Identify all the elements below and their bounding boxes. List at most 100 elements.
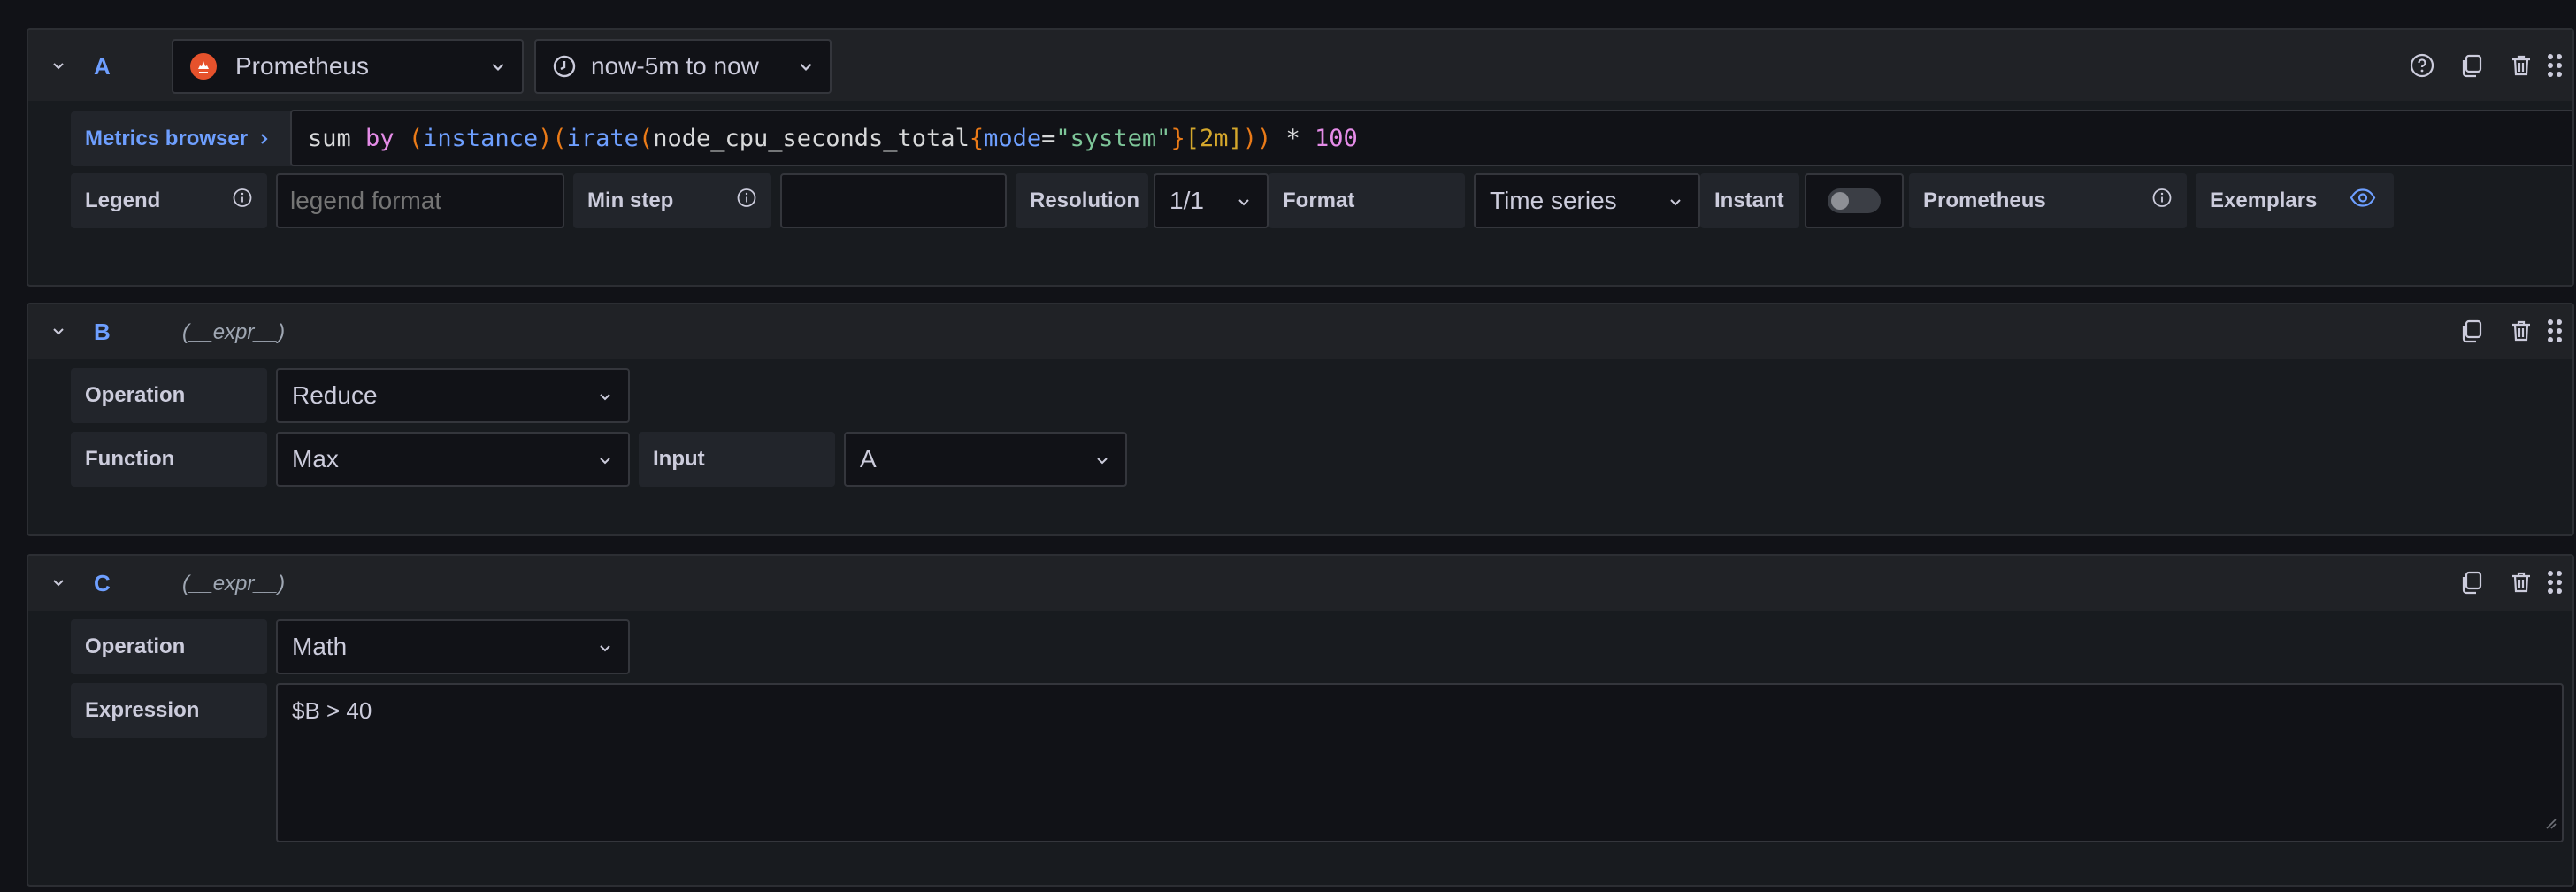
chevron-down-icon[interactable] xyxy=(50,573,67,591)
resolution-value: 1/1 xyxy=(1169,187,1204,214)
format-value: Time series xyxy=(1490,187,1617,214)
operation-select[interactable]: Math xyxy=(276,619,630,674)
info-circle-icon[interactable] xyxy=(2151,188,2173,215)
query-type-label-box: Prometheus xyxy=(1909,173,2187,228)
copy-icon[interactable] xyxy=(2456,50,2488,81)
query-token: mode xyxy=(984,124,1042,152)
query-row-header: A Prometheus now-5m to now xyxy=(28,30,2572,101)
datasource-name: Prometheus xyxy=(235,52,369,80)
trash-icon[interactable] xyxy=(2505,315,2537,347)
query-row-c: C (__expr__) Operation Math Expression $… xyxy=(27,554,2574,887)
chevron-down-icon xyxy=(490,52,506,81)
query-token: { xyxy=(969,124,985,152)
query-token: [2m] xyxy=(1184,124,1243,152)
query-editor[interactable]: sum by (instance)(irate(node_cpu_seconds… xyxy=(290,110,2572,166)
query-token: ( xyxy=(552,124,567,152)
drag-handle-icon[interactable] xyxy=(2539,50,2571,81)
instant-label-box: Instant xyxy=(1700,173,1799,228)
legend-label-box: Legend xyxy=(71,173,267,228)
function-value: Max xyxy=(292,445,339,473)
function-select[interactable]: Max xyxy=(276,432,630,487)
input-label-box: Input xyxy=(639,432,835,487)
expression-type-label: (__expr__) xyxy=(182,320,286,344)
min-step-input[interactable] xyxy=(780,173,1007,228)
drag-handle-icon[interactable] xyxy=(2539,566,2571,598)
operation-label-box: Operation xyxy=(71,368,267,423)
chevron-down-icon xyxy=(798,52,814,81)
chevron-down-icon xyxy=(598,633,612,661)
copy-icon[interactable] xyxy=(2456,566,2488,598)
resolution-label-box: Resolution xyxy=(1016,173,1148,228)
query-token: node_cpu_seconds_total xyxy=(653,124,970,152)
expression-value: $B > 40 xyxy=(292,697,372,724)
input-select[interactable]: A xyxy=(844,432,1127,487)
operation-value: Reduce xyxy=(292,381,378,409)
toggle-track xyxy=(1828,188,1881,213)
chevron-down-icon[interactable] xyxy=(50,57,67,74)
resize-handle-icon[interactable] xyxy=(2542,808,2557,835)
chevron-down-icon xyxy=(1095,445,1109,473)
query-token: * xyxy=(1271,124,1315,152)
trash-icon[interactable] xyxy=(2505,50,2537,81)
clock-icon xyxy=(552,54,577,79)
query-token: irate xyxy=(566,124,639,152)
query-token: ( xyxy=(408,124,424,152)
query-row-header: C (__expr__) xyxy=(28,556,2572,611)
metrics-browser-button[interactable]: Metrics browser xyxy=(71,112,310,166)
min-step-label-box: Min step xyxy=(573,173,771,228)
query-row-a: A Prometheus now-5m to now Metrics brows… xyxy=(27,28,2574,287)
metrics-browser-label: Metrics browser xyxy=(85,127,249,150)
operation-select[interactable]: Reduce xyxy=(276,368,630,423)
query-token: ( xyxy=(638,124,654,152)
query-token: ) xyxy=(538,124,553,152)
query-token: } xyxy=(1170,124,1185,152)
chevron-down-icon xyxy=(598,445,612,473)
input-value: A xyxy=(860,445,877,473)
legend-label: Legend xyxy=(85,188,161,212)
query-ref-id[interactable]: C xyxy=(94,570,111,597)
chevron-right-icon xyxy=(258,132,271,146)
exemplars-toggle[interactable]: Exemplars xyxy=(2196,173,2394,228)
exemplars-label: Exemplars xyxy=(2210,188,2318,212)
prometheus-logo-icon xyxy=(189,52,218,81)
instant-toggle[interactable] xyxy=(1805,173,1904,228)
toggle-knob xyxy=(1831,192,1849,210)
time-range-picker[interactable]: now-5m to now xyxy=(534,39,832,94)
format-label-box: Format xyxy=(1269,173,1465,228)
info-circle-icon[interactable] xyxy=(232,188,253,215)
operation-label: Operation xyxy=(85,383,186,407)
min-step-label: Min step xyxy=(587,188,674,212)
query-token: )) xyxy=(1242,124,1272,152)
query-ref-id[interactable]: A xyxy=(94,53,111,81)
copy-icon[interactable] xyxy=(2456,315,2488,347)
legend-format-input[interactable] xyxy=(276,173,564,228)
function-label: Function xyxy=(85,447,175,471)
info-circle-icon[interactable] xyxy=(736,188,757,215)
time-range-label: now-5m to now xyxy=(591,52,759,80)
drag-handle-icon[interactable] xyxy=(2539,315,2571,347)
query-ref-id[interactable]: B xyxy=(94,319,111,346)
trash-icon[interactable] xyxy=(2505,566,2537,598)
chevron-down-icon[interactable] xyxy=(50,322,67,340)
format-label: Format xyxy=(1283,188,1355,212)
operation-value: Math xyxy=(292,633,348,660)
query-token: 100 xyxy=(1315,124,1358,152)
query-token: sum xyxy=(308,124,366,152)
operation-label: Operation xyxy=(85,634,186,658)
query-row-header: B (__expr__) xyxy=(28,304,2572,359)
input-label: Input xyxy=(653,447,705,471)
datasource-picker[interactable]: Prometheus xyxy=(172,39,524,94)
expression-label-box: Expression xyxy=(71,683,267,738)
help-circle-icon[interactable] xyxy=(2406,50,2438,81)
resolution-label: Resolution xyxy=(1030,188,1139,212)
query-token: instance xyxy=(423,124,539,152)
operation-label-box: Operation xyxy=(71,619,267,674)
query-token: = xyxy=(1041,124,1056,152)
expression-textarea[interactable]: $B > 40 xyxy=(276,683,2564,842)
function-label-box: Function xyxy=(71,432,267,487)
chevron-down-icon xyxy=(598,381,612,410)
query-type-label: Prometheus xyxy=(1923,188,2046,212)
format-select[interactable]: Time series xyxy=(1474,173,1700,228)
resolution-select[interactable]: 1/1 xyxy=(1154,173,1269,228)
query-token: by xyxy=(365,124,409,152)
